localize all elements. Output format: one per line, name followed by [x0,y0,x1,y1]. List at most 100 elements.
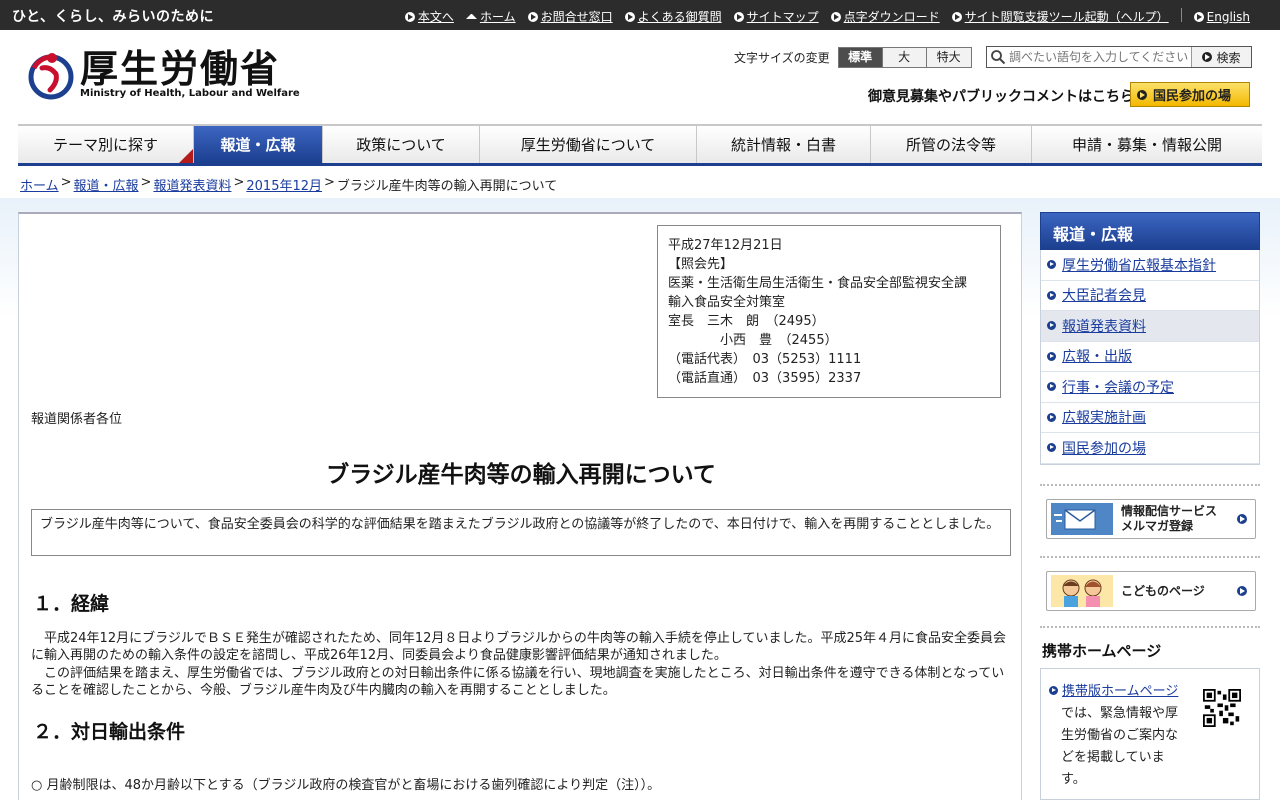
nav-label: 厚生労働省について [520,136,656,154]
search-button[interactable]: 検索 [1191,47,1251,67]
sidebar-item-participation[interactable]: 国民参加の場 [1041,433,1259,464]
breadcrumb-home[interactable]: ホーム [20,175,59,194]
arrow-circle-icon [1047,382,1056,392]
arrow-circle-icon [1202,52,1213,62]
sidebar-item-press-conference[interactable]: 大臣記者会見 [1041,281,1259,311]
link-label: よくある御質問 [637,10,722,24]
arrow-circle-icon [830,11,841,22]
link-label: サイト閲覧支援ツール起動（ヘルプ） [964,10,1169,24]
nav-label: 政策について [356,136,446,154]
contact-department: 医薬・生活衛生局生活衛生・食品安全部監視安全課 [668,276,968,291]
dropdown-corner-icon [179,149,193,163]
sidebar-menu: 厚生労働省広報基本指針 大臣記者会見 報道発表資料 広報・出版 行事・会議の予定… [1040,250,1260,465]
nav-policy[interactable]: 政策について [323,126,480,163]
font-size-large-button[interactable]: 大 [882,48,927,67]
logo-subtitle: Ministry of Health, Labour and Welfare [80,88,300,99]
divider [1040,626,1260,628]
section-heading-conditions: ２．対日輸出条件 [33,721,186,743]
sidebar-item-events[interactable]: 行事・会議の予定 [1041,372,1259,403]
font-size-normal-button[interactable]: 標準 [838,48,883,67]
breadcrumb-current: ブラジル産牛肉等の輸入再開について [336,179,558,194]
arrow-circle-icon [1237,514,1247,524]
utility-links: 本文へ ホーム お問合せ窓口 よくある御質問 サイトマップ 点字ダウンロード サ… [404,8,1250,25]
sidebar-item-pr-guideline[interactable]: 厚生労働省広報基本指針 [1041,250,1259,281]
faq-link[interactable]: よくある御質問 [624,8,722,25]
mobile-site-box: 携帯版ホームページ では、緊急情報や厚生労働省のご案内などを掲載しています。 [1040,668,1260,800]
sidebar-item-label: 国民参加の場 [1062,440,1146,457]
sidebar-item-label: 報道発表資料 [1062,318,1146,335]
kids-page-banner[interactable]: こどものページ [1046,571,1256,611]
font-size-xlarge-button[interactable]: 特大 [926,48,971,67]
font-size-label: 文字サイズの変更 [734,51,830,65]
logo-title: 厚生労働省 [80,46,281,91]
sidebar-item-pr-plan[interactable]: 広報実施計画 [1041,403,1259,433]
contact-heading: 【照会先】 [668,257,734,272]
search-input[interactable] [1009,50,1189,64]
addressee: 報道関係者各位 [31,412,123,427]
skip-to-content-link[interactable]: 本文へ [404,8,454,25]
children-icon [1051,575,1113,607]
breadcrumb-press[interactable]: 報道・広報 [74,175,139,194]
nav-laws[interactable]: 所管の法令等 [871,126,1032,163]
home-link[interactable]: ホーム [465,8,516,25]
divider [1040,556,1260,558]
banner-line-1: 情報配信サービス [1121,504,1218,518]
site-search: 検索 [986,46,1252,68]
font-size-switcher: 文字サイズの変更 標準 大 特大 [734,47,972,68]
release-date: 平成27年12月21日 [668,238,783,253]
nav-label: 所管の法令等 [905,136,996,154]
contact-office: 輸入食品安全対策室 [668,295,786,310]
qr-code-icon [1203,689,1241,727]
arrow-circle-icon [733,11,744,22]
phone-direct: （電話直通） 03（3595）2337 [668,371,862,386]
article-content: 平成27年12月21日 【照会先】 医薬・生活衛生局生活衛生・食品安全部監視安全… [18,212,1022,800]
link-label: English [1206,9,1250,24]
site-logo[interactable]: 厚生労働省 Ministry of Health, Labour and Wel… [28,48,300,102]
breadcrumb-month[interactable]: 2015年12月 [246,175,322,194]
arrow-circle-icon [527,11,538,22]
arrow-circle-icon [1047,443,1056,453]
kids-banner-label: こどものページ [1121,583,1205,598]
nav-label: テーマ別に探す [52,136,158,154]
sidebar-item-publications[interactable]: 広報・出版 [1041,342,1259,372]
sitemap-link[interactable]: サイトマップ [733,8,819,25]
link-label: 本文へ [417,10,454,24]
mail-magazine-banner[interactable]: 情報配信サービス メルマガ登録 [1046,499,1256,539]
button-label: 国民参加の場 [1153,89,1232,104]
arrow-circle-icon [624,11,635,22]
section-paragraph: この評価結果を踏まえ、厚生労働省では、ブラジル政府との対日輸出条件に係る協議を行… [31,666,1005,698]
contact-person-2: 小西 豊 （2455） [668,333,838,348]
english-link[interactable]: English [1193,8,1250,25]
nav-about-ministry[interactable]: 厚生労働省について [480,126,697,163]
sidebar-item-label: 行事・会議の予定 [1062,379,1174,396]
arrow-circle-icon [404,11,415,22]
nav-theme-search[interactable]: テーマ別に探す [18,126,194,163]
braille-download-link[interactable]: 点字ダウンロード [830,8,940,25]
sidebar-item-press-releases[interactable]: 報道発表資料 [1041,311,1259,342]
arrow-circle-icon [951,11,962,22]
home-icon [465,9,477,19]
site-header: 厚生労働省 Ministry of Health, Labour and Wel… [0,30,1280,124]
link-label: ホーム [479,10,516,24]
arrow-circle-icon [1047,290,1056,300]
arrow-circle-icon [1237,586,1247,596]
arrow-circle-icon [1193,11,1204,22]
public-comment-text: 御意見募集やパブリックコメントはこちら [868,89,1134,105]
arrow-circle-icon [1047,260,1056,270]
nav-applications[interactable]: 申請・募集・情報公開 [1032,126,1262,163]
nav-press-pr[interactable]: 報道・広報 [194,126,323,163]
page-title: ブラジル産牛肉等の輸入再開について [326,462,716,488]
sidebar-item-label: 大臣記者会見 [1062,288,1146,305]
contact-link[interactable]: お問合せ窓口 [527,8,613,25]
sidebar-heading: 報道・広報 [1040,212,1260,250]
divider [1180,8,1182,22]
arrow-circle-icon [1047,351,1056,361]
public-participation-button[interactable]: 国民参加の場 [1130,82,1250,107]
contact-person-1: 室長 三木 朗 （2495） [668,314,825,329]
accessibility-tool-link[interactable]: サイト閲覧支援ツール起動（ヘルプ） [951,8,1169,25]
mobile-site-link[interactable]: 携帯版ホームページ [1062,684,1178,699]
nav-statistics[interactable]: 統計情報・白書 [697,126,871,163]
breadcrumb-releases[interactable]: 報道発表資料 [153,175,231,194]
nav-label: 申請・募集・情報公開 [1071,136,1222,154]
summary-box: ブラジル産牛肉等について、食品安全委員会の科学的な評価結果を踏まえたブラジル政府… [31,509,1011,556]
